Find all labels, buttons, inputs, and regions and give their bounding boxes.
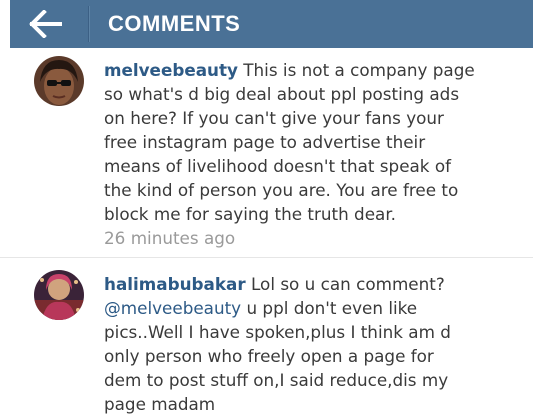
comment-text-line: page madam [104,394,216,414]
comment-text-line: the kind of person you are. You are free… [104,180,459,200]
header-divider [88,6,90,42]
comment-text-line: u ppl don't even like [241,298,418,318]
header-bar: COMMENTS [10,0,533,48]
comment-divider [0,257,533,258]
avatar[interactable] [34,270,84,320]
comment-text-line: Lol so u can comment? [251,274,445,294]
page-title: COMMENTS [108,11,241,36]
comment-text-line: dem to post stuff on,I said reduce,dis m… [104,370,449,390]
comment-text-line: so what's d big deal about ppl posting a… [104,84,460,104]
comment-username[interactable]: melveebeauty [104,60,238,80]
comment-text-line: free instagram page to advertise their [104,132,426,152]
comment-item: melveebeauty This is not a company page … [104,58,475,250]
comments-screen: COMMENTS melveebeauty This is not a comp… [0,0,533,419]
comment-text-line: means of livelihood doesn't that speak o… [104,156,452,176]
comment-item: halimabubakar Lol so u can comment? @mel… [104,272,451,416]
mention-link[interactable]: @melveebeauty [104,298,241,318]
comment-timestamp: 26 minutes ago [104,228,236,248]
avatar-image [34,56,84,106]
comment-username[interactable]: halimabubakar [104,274,246,294]
comment-text-line: This is not a company page [243,60,475,80]
avatar-image [34,270,84,320]
avatar[interactable] [34,56,84,106]
comment-text-line: block me for saying the truth dear. [104,204,397,224]
comment-text-line: only person who freely open a page for [104,346,434,366]
back-button[interactable] [10,0,86,48]
comment-text-line: pics..Well I have spoken,plus I think am… [104,322,451,342]
comment-text-line: on here? If you can't give your fans you… [104,108,444,128]
arrow-left-icon [29,10,62,38]
